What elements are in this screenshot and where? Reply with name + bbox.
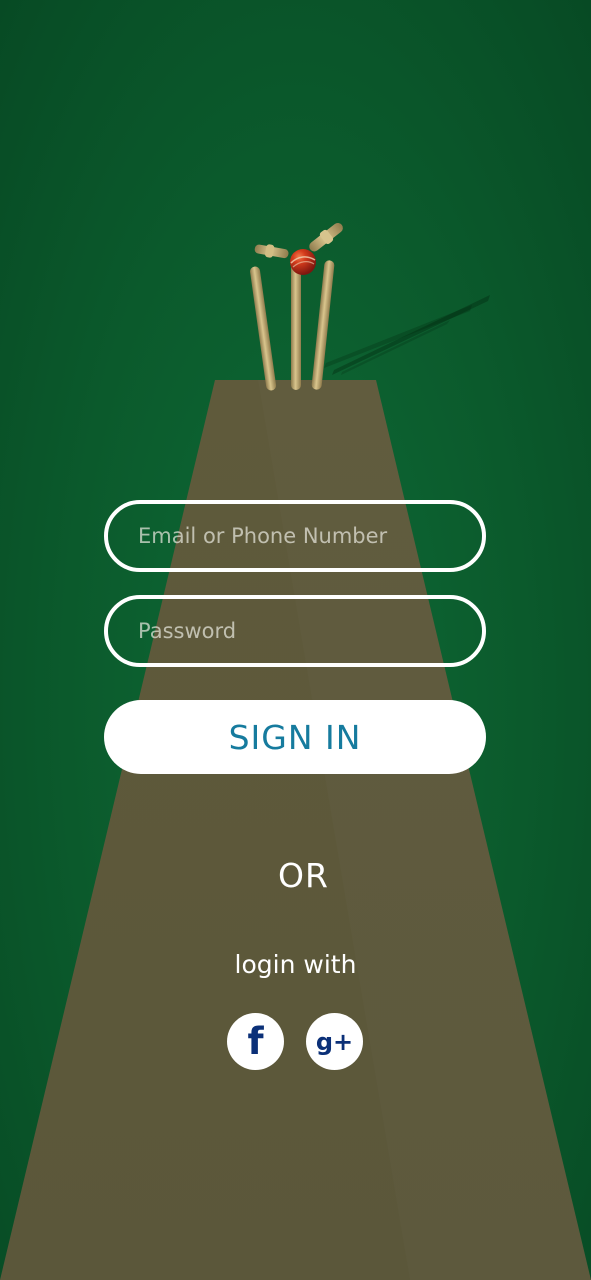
cricket-stumps-illustration — [250, 222, 490, 391]
facebook-login-button[interactable]: f — [227, 1013, 284, 1070]
email-or-phone-input[interactable] — [104, 500, 486, 572]
google-plus-login-button[interactable]: g+ — [306, 1013, 363, 1070]
login-with-label: login with — [234, 950, 357, 979]
google-plus-icon: g+ — [315, 1027, 354, 1056]
facebook-icon: f — [247, 1020, 264, 1063]
login-screen: SIGN IN OR login with f g+ — [0, 0, 591, 1280]
sign-in-button[interactable]: SIGN IN — [104, 700, 486, 774]
or-separator: OR — [278, 856, 329, 895]
password-input[interactable] — [104, 595, 486, 667]
